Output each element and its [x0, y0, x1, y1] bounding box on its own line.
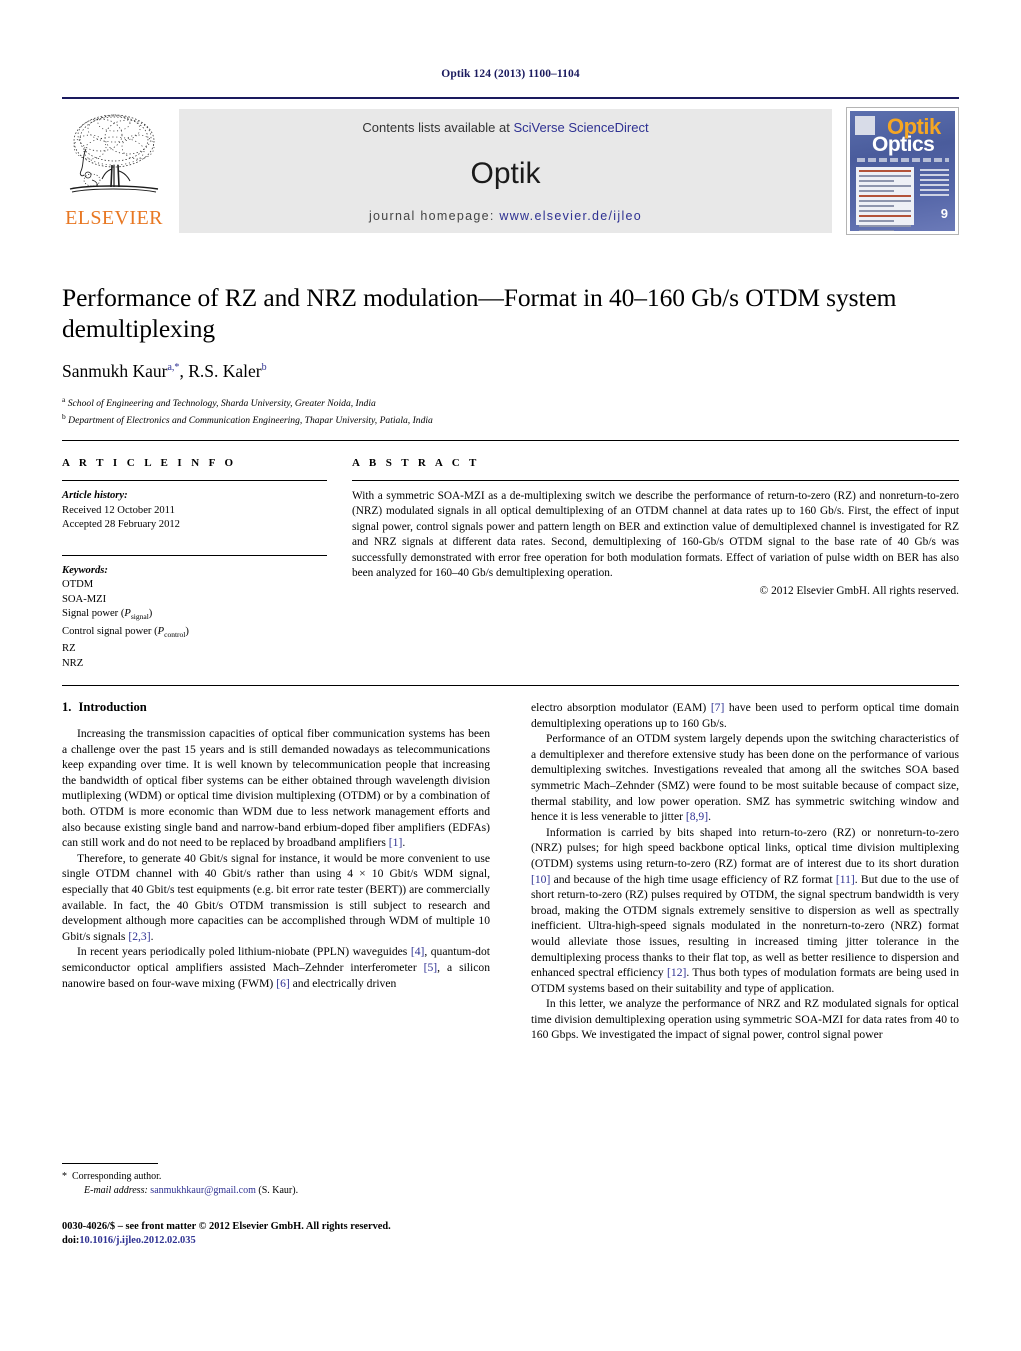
doi-line: doi:10.1016/j.ijleo.2012.02.035	[62, 1234, 490, 1248]
citation-link[interactable]: [11]	[836, 873, 855, 886]
corresponding-text: Corresponding author.	[72, 1171, 162, 1182]
abstract-heading: A B S T R A C T	[352, 457, 480, 469]
affiliation-text: School of Engineering and Technology, Sh…	[67, 398, 376, 410]
sciencedirect-link[interactable]: SciVerse ScienceDirect	[513, 120, 648, 135]
affiliation-text: Department of Electronics and Communicat…	[68, 415, 433, 427]
footnote-rule	[62, 1163, 158, 1164]
affiliation-mark: b	[62, 412, 66, 422]
contents-band: Contents lists available at SciVerse Sci…	[179, 109, 832, 233]
body-columns: 1. Introduction Increasing the transmissi…	[62, 700, 959, 1043]
paragraph: Performance of an OTDM system largely de…	[531, 732, 959, 824]
keywords-rule	[62, 554, 327, 556]
paragraph: Information is carried by bits shaped in…	[531, 825, 960, 995]
info-bottom-rule	[62, 685, 959, 687]
author-marks: b	[261, 362, 267, 374]
email-label: E-mail address:	[84, 1184, 148, 1196]
author-list: Sanmukh Kaura,*, R.S. Kalerb	[62, 361, 962, 382]
journal-masthead: ELSEVIER Contents lists available at Sci…	[62, 97, 959, 235]
doi-link[interactable]: 10.1016/j.ijleo.2012.02.035	[79, 1235, 195, 1246]
info-abstract-region: A R T I C L E I N F O Article history: R…	[62, 440, 959, 687]
citation-link[interactable]: [1]	[389, 836, 403, 849]
keyword-item: Control signal power (Pcontrol)	[62, 625, 189, 639]
article-info-rule	[62, 480, 327, 481]
issn-line: 0030-4026/$ – see front matter © 2012 El…	[62, 1221, 391, 1232]
citation-link[interactable]: [8,9]	[686, 810, 708, 823]
article-history-label: Article history:	[62, 490, 128, 501]
article-info-heading: A R T I C L E I N F O	[62, 457, 237, 469]
corresponding-marker: *	[62, 1171, 67, 1182]
issn-copyright-block: 0030-4026/$ – see front matter © 2012 El…	[62, 1220, 490, 1248]
contents-prefix-text: Contents lists available at	[362, 120, 514, 135]
journal-title: Optik	[470, 157, 541, 190]
email-suffix: (S. Kaur).	[258, 1184, 299, 1196]
affiliation-item: a School of Engineering and Technology, …	[62, 393, 962, 410]
paragraph: In this letter, we analyze the performan…	[531, 997, 959, 1042]
journal-homepage-link[interactable]: www.elsevier.de/ijleo	[499, 209, 642, 223]
author-name: R.S. Kaler	[188, 361, 262, 381]
email-link[interactable]: sanmukhkaur@gmail.com	[150, 1185, 256, 1196]
homepage-prefix-text: journal homepage:	[368, 209, 500, 223]
citation-link[interactable]: [2,3]	[128, 930, 150, 943]
article-info-column: A R T I C L E I N F O Article history: R…	[62, 457, 327, 671]
abstract-rule	[352, 480, 959, 481]
elsevier-logo: ELSEVIER	[62, 109, 166, 233]
article-title-block: Performance of RZ and NRZ modulation—For…	[62, 282, 962, 427]
journal-homepage-line: journal homepage: www.elsevier.de/ijleo	[179, 209, 832, 223]
citation-link[interactable]: [7]	[711, 701, 725, 714]
section-number: 1.	[62, 700, 72, 714]
keywords-label: Keywords:	[62, 564, 108, 576]
body-right-column: electro absorption modulator (EAM) [7] h…	[531, 700, 959, 1043]
cover-artwork: Optik Optics 9	[850, 111, 955, 231]
cover-title-secondary: Optics	[872, 133, 935, 156]
paragraph: In recent years periodically poled lithi…	[62, 945, 491, 990]
info-top-rule	[62, 440, 959, 441]
email-note: E-mail address: sanmukhkaur@gmail.com (S…	[62, 1184, 490, 1198]
citation-link[interactable]: [12]	[667, 966, 686, 979]
corresponding-author-note: * Corresponding author.	[62, 1170, 490, 1184]
section-heading-introduction: 1. Introduction	[62, 700, 490, 715]
body-left-column: 1. Introduction Increasing the transmissi…	[62, 700, 490, 1043]
masthead-top-rule	[62, 97, 959, 99]
elsevier-wordmark: ELSEVIER	[65, 207, 163, 229]
affiliation-item: b Department of Electronics and Communic…	[62, 410, 962, 427]
affiliation-list: a School of Engineering and Technology, …	[62, 393, 962, 427]
contents-available-line: Contents lists available at SciVerse Sci…	[179, 120, 832, 135]
keyword-item: OTDM	[62, 579, 94, 590]
cover-issue-number: 9	[940, 206, 948, 221]
cover-side-text	[920, 169, 949, 199]
affiliation-mark: a	[62, 395, 66, 404]
running-head: Optik 124 (2013) 1100–1104	[441, 68, 580, 80]
journal-cover-thumbnail[interactable]: Optik Optics 9	[846, 107, 959, 235]
paragraph: Therefore, to generate 40 Gbit/s signal …	[62, 851, 490, 943]
abstract-copyright: © 2012 Elsevier GmbH. All rights reserve…	[759, 585, 959, 598]
author-name: Sanmukh Kaur	[62, 361, 168, 381]
cover-subtitle-rule	[857, 158, 949, 162]
keyword-item: SOA-MZI	[62, 593, 107, 605]
cover-contents-panel	[856, 167, 914, 231]
page-footer: * Corresponding author. E-mail address: s…	[62, 1163, 490, 1248]
abstract-text: With a symmetric SOA-MZI as a de-multipl…	[352, 490, 959, 580]
paragraph: Increasing the transmission capacities o…	[62, 727, 490, 850]
citation-link[interactable]: [10]	[531, 873, 550, 886]
elsevier-tree-icon	[62, 109, 166, 207]
section-title-text: Introduction	[78, 700, 147, 714]
page-title: Performance of RZ and NRZ modulation—For…	[62, 283, 897, 343]
doi-label: doi:	[62, 1235, 80, 1246]
abstract-column: A B S T R A C T With a symmetric SOA-MZI…	[352, 457, 959, 671]
paragraph: electro absorption modulator (EAM) [7] h…	[531, 701, 960, 730]
keyword-item: RZ	[62, 643, 76, 655]
keyword-item: Signal power (Psignal)	[62, 608, 153, 622]
author-marks: a,*	[167, 362, 180, 374]
citation-link[interactable]: [6]	[276, 977, 290, 990]
author-separator: ,	[179, 361, 189, 381]
citation-link[interactable]: [4]	[411, 945, 425, 958]
article-history-accepted: Accepted 28 February 2012	[62, 519, 180, 530]
keyword-item: NRZ	[62, 657, 84, 669]
keywords-list: OTDM SOA-MZI Signal power (Psignal) Cont…	[62, 578, 327, 671]
citation-link[interactable]: [5]	[424, 961, 438, 974]
article-history-received: Received 12 October 2011	[62, 504, 175, 516]
paper-page: Optik 124 (2013) 1100–1104 ELSEVIER Cont…	[0, 0, 1021, 1351]
